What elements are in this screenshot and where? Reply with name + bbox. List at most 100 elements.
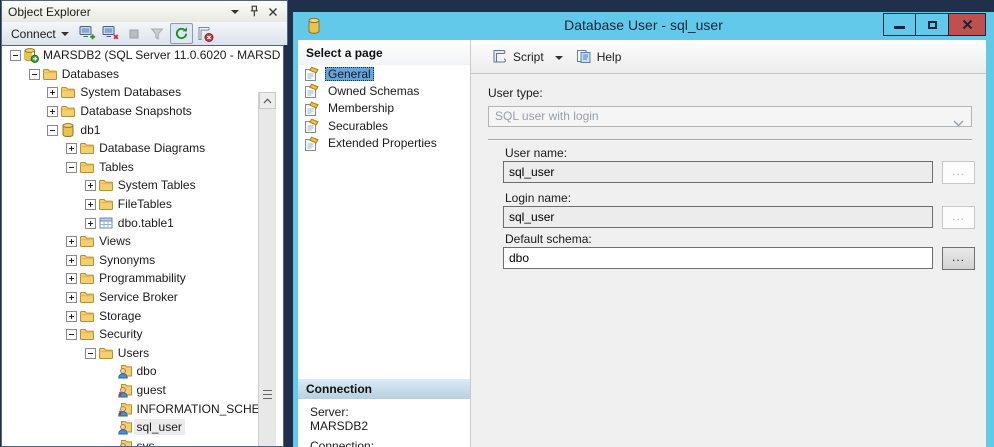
expand-icon[interactable] bbox=[66, 311, 77, 322]
folder-icon bbox=[98, 196, 114, 212]
user-type-value: SQL user with login bbox=[495, 109, 599, 123]
database-icon bbox=[60, 122, 76, 138]
default-schema-browse-button[interactable]: ... bbox=[942, 247, 975, 270]
tree-item-database-snapshots[interactable]: Database Snapshots bbox=[2, 102, 283, 121]
page-item-securables[interactable]: Securables bbox=[298, 117, 470, 134]
folder-icon bbox=[79, 252, 95, 268]
disconnect-server-icon[interactable] bbox=[101, 24, 122, 43]
expand-icon[interactable] bbox=[66, 292, 77, 303]
tree-item-label: Database Diagrams bbox=[96, 140, 208, 156]
collapse-icon[interactable] bbox=[10, 50, 21, 61]
collapse-icon[interactable] bbox=[66, 162, 77, 173]
help-button-label: Help bbox=[597, 50, 622, 64]
close-icon[interactable] bbox=[265, 4, 281, 20]
page-item-extended-properties[interactable]: Extended Properties bbox=[298, 135, 470, 152]
login-name-input[interactable] bbox=[503, 206, 933, 228]
folder-icon bbox=[79, 289, 95, 305]
default-schema-input[interactable] bbox=[503, 247, 933, 269]
tree-item-databases[interactable]: Databases bbox=[2, 65, 283, 84]
close-button[interactable] bbox=[949, 13, 986, 36]
page-item-owned-schemas[interactable]: Owned Schemas bbox=[298, 82, 470, 99]
tree-item-label: guest bbox=[134, 382, 169, 398]
user-icon bbox=[117, 363, 133, 379]
tree-item-service-broker[interactable]: Service Broker bbox=[2, 288, 283, 307]
expand-icon[interactable] bbox=[66, 143, 77, 154]
tree-item-security[interactable]: Security bbox=[2, 325, 283, 344]
script-button[interactable]: Script bbox=[485, 46, 549, 67]
tree-item-users[interactable]: Users bbox=[2, 344, 283, 363]
script-dropdown-icon[interactable] bbox=[555, 56, 563, 60]
object-explorer-titlebar: Object Explorer bbox=[1, 0, 288, 22]
scrollbar-thumb-grip[interactable] bbox=[263, 390, 272, 399]
default-schema-label: Default schema: bbox=[505, 232, 592, 246]
refresh-icon[interactable] bbox=[170, 23, 193, 44]
tree-item-label: Users bbox=[115, 345, 152, 361]
tree-item-sql-user[interactable]: sql_user bbox=[2, 418, 283, 437]
expand-icon[interactable] bbox=[85, 199, 96, 210]
tree-item-label: sql_user bbox=[134, 419, 185, 435]
collapse-icon[interactable] bbox=[47, 125, 58, 136]
tree-item-programmability[interactable]: Programmability bbox=[2, 269, 283, 288]
object-explorer-tree: MARSDB2 (SQL Server 11.0.6020 - MARSD Dat… bbox=[1, 45, 284, 447]
tree-item-storage[interactable]: Storage bbox=[2, 306, 283, 325]
tree-item-information-schem[interactable]: INFORMATION_SCHEM bbox=[2, 399, 283, 418]
tree-item-views[interactable]: Views bbox=[2, 232, 283, 251]
help-icon bbox=[576, 49, 592, 64]
dialog-titlebar[interactable]: Database User - sql_user bbox=[293, 12, 994, 40]
tree-item-synonyms[interactable]: Synonyms bbox=[2, 251, 283, 270]
help-button[interactable]: Help bbox=[571, 46, 627, 67]
page-item-membership[interactable]: Membership bbox=[298, 100, 470, 117]
user-disabled-icon bbox=[117, 401, 133, 417]
expand-icon[interactable] bbox=[66, 255, 77, 266]
tree-item-dbo-table1[interactable]: dbo.table1 bbox=[2, 213, 283, 232]
expand-icon[interactable] bbox=[85, 180, 96, 191]
tree-item-label: Security bbox=[96, 326, 145, 342]
stop-icon[interactable] bbox=[124, 24, 145, 43]
maximize-button[interactable] bbox=[916, 13, 949, 36]
collapse-icon[interactable] bbox=[29, 69, 40, 80]
tree-item-db1[interactable]: db1 bbox=[2, 120, 283, 139]
page-item-label: Extended Properties bbox=[325, 136, 440, 150]
tree-item-label: Programmability bbox=[96, 270, 189, 286]
tree-item-database-diagrams[interactable]: Database Diagrams bbox=[2, 139, 283, 158]
filter-icon[interactable] bbox=[147, 24, 168, 43]
collapse-icon[interactable] bbox=[66, 329, 77, 340]
folder-icon bbox=[42, 66, 58, 82]
tree-item-label: Service Broker bbox=[96, 289, 181, 305]
pin-icon[interactable] bbox=[246, 4, 262, 20]
connect-button[interactable]: Connect bbox=[6, 25, 74, 43]
expand-icon[interactable] bbox=[85, 218, 96, 229]
tree-item-filetables[interactable]: FileTables bbox=[2, 195, 283, 214]
scrollbar-up-button[interactable] bbox=[259, 92, 276, 109]
connection-section-header: Connection bbox=[298, 379, 470, 399]
tree-item-label: System Tables bbox=[115, 177, 199, 193]
expand-icon[interactable] bbox=[47, 87, 58, 98]
script-error-icon[interactable] bbox=[195, 24, 216, 43]
collapse-icon[interactable] bbox=[85, 348, 96, 359]
tree-item-label: MARSDB2 (SQL Server 11.0.6020 - MARSD bbox=[40, 47, 283, 63]
tree-scrollbar[interactable] bbox=[258, 92, 276, 447]
tree-item-label: Database Snapshots bbox=[77, 103, 194, 119]
tree-item-marsdb2-sql-server-11-0-6020-m[interactable]: MARSDB2 (SQL Server 11.0.6020 - MARSD bbox=[2, 46, 283, 65]
folder-icon bbox=[98, 177, 114, 193]
object-explorer-title: Object Explorer bbox=[8, 5, 224, 19]
tree-item-system-databases[interactable]: System Databases bbox=[2, 83, 283, 102]
expand-icon[interactable] bbox=[66, 273, 77, 284]
tree-item-tables[interactable]: Tables bbox=[2, 158, 283, 177]
user-name-input[interactable] bbox=[503, 161, 933, 183]
select-a-page-header: Select a page bbox=[298, 40, 470, 65]
expand-icon[interactable] bbox=[47, 106, 58, 117]
minimize-button[interactable] bbox=[883, 13, 916, 36]
window-position-menu-icon[interactable] bbox=[227, 4, 243, 20]
tree-item-sys[interactable]: sys bbox=[2, 436, 283, 447]
user-type-combobox[interactable]: SQL user with login bbox=[488, 106, 972, 127]
expand-icon[interactable] bbox=[66, 236, 77, 247]
tree-item-dbo[interactable]: dbo bbox=[2, 362, 283, 381]
page-item-general[interactable]: General bbox=[298, 65, 470, 82]
tree-item-guest[interactable]: guest bbox=[2, 381, 283, 400]
page-item-label: Securables bbox=[325, 119, 391, 133]
connect-button-label: Connect bbox=[11, 27, 56, 41]
connect-server-icon[interactable] bbox=[78, 24, 99, 43]
tree-item-system-tables[interactable]: System Tables bbox=[2, 176, 283, 195]
page-icon bbox=[304, 118, 320, 134]
